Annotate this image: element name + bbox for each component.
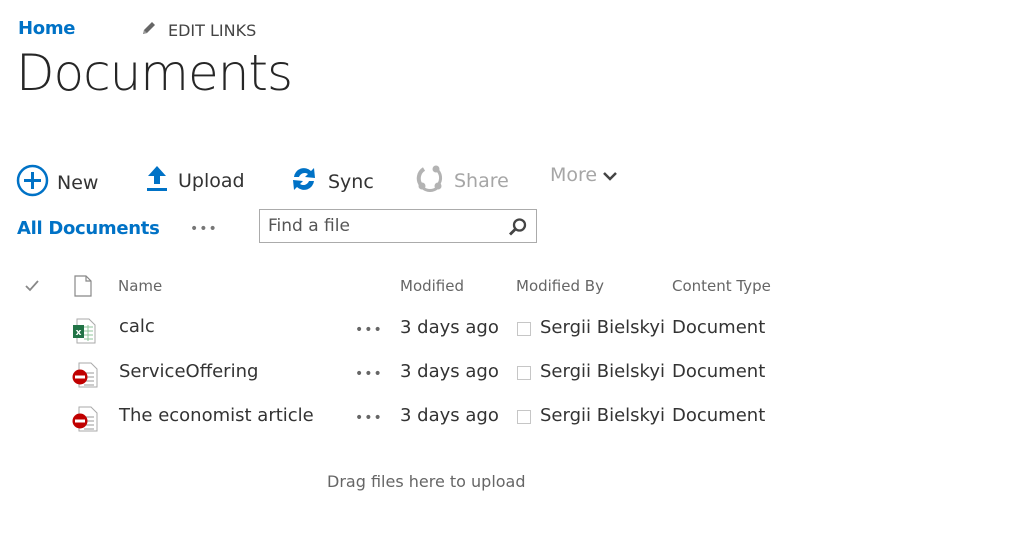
- content-type: Document: [672, 361, 766, 382]
- modified-date: 3 days ago: [400, 405, 499, 426]
- content-type: Document: [672, 405, 766, 426]
- column-header-name[interactable]: Name: [118, 277, 162, 295]
- more-button[interactable]: More: [550, 164, 617, 186]
- row-menu-button[interactable]: •••: [355, 322, 383, 338]
- view-options-button[interactable]: •••: [190, 221, 218, 237]
- sync-button[interactable]: Sync: [290, 164, 374, 199]
- modified-date: 3 days ago: [400, 361, 499, 382]
- edit-links-label: EDIT LINKS: [168, 20, 257, 40]
- search-icon[interactable]: [508, 217, 528, 241]
- new-button[interactable]: New: [16, 164, 98, 202]
- content-type: Document: [672, 317, 766, 338]
- pencil-icon: [140, 19, 158, 41]
- drag-drop-hint: Drag files here to upload: [327, 472, 526, 491]
- column-header-modified-by[interactable]: Modified By: [516, 277, 604, 295]
- upload-arrow-icon: [146, 164, 168, 197]
- new-label: New: [57, 172, 99, 194]
- checkmark-icon: [25, 278, 39, 296]
- file-name-link[interactable]: ServiceOffering: [119, 361, 258, 382]
- svg-text:x: x: [76, 328, 82, 338]
- presence-checkbox[interactable]: [517, 322, 531, 336]
- modified-by-link[interactable]: Sergii Bielskyi: [540, 361, 665, 382]
- more-label: More: [550, 164, 598, 186]
- sync-icon: [290, 164, 318, 199]
- modified-by-link[interactable]: Sergii Bielskyi: [540, 405, 665, 426]
- sync-label: Sync: [328, 170, 374, 193]
- column-header-content-type[interactable]: Content Type: [672, 277, 771, 295]
- row-menu-button[interactable]: •••: [355, 410, 383, 426]
- view-all-documents[interactable]: All Documents: [17, 218, 160, 239]
- column-header-modified[interactable]: Modified: [400, 277, 464, 295]
- page-title: Documents: [16, 44, 293, 102]
- share-icon: [416, 164, 444, 197]
- file-name-link[interactable]: calc: [119, 316, 155, 337]
- search-box: [259, 209, 537, 243]
- upload-button[interactable]: Upload: [146, 164, 245, 197]
- file-name-link[interactable]: The economist article: [119, 405, 314, 426]
- presence-checkbox[interactable]: [517, 410, 531, 424]
- document-icon: [74, 275, 92, 301]
- home-link[interactable]: Home: [18, 18, 76, 39]
- chevron-down-icon: [603, 164, 617, 186]
- upload-label: Upload: [178, 169, 245, 192]
- select-all-checkmark[interactable]: [25, 278, 39, 296]
- search-input[interactable]: [260, 216, 498, 236]
- modified-date: 3 days ago: [400, 317, 499, 338]
- blocked-file-icon: [72, 406, 98, 436]
- share-label: Share: [454, 169, 509, 192]
- type-column-header[interactable]: [74, 275, 92, 301]
- presence-checkbox[interactable]: [517, 366, 531, 380]
- plus-circle-icon: [16, 164, 49, 202]
- share-button[interactable]: Share: [416, 164, 509, 197]
- excel-file-icon: x: [72, 318, 96, 348]
- row-menu-button[interactable]: •••: [355, 366, 383, 382]
- modified-by-link[interactable]: Sergii Bielskyi: [540, 317, 665, 338]
- edit-links-button[interactable]: EDIT LINKS: [140, 19, 256, 41]
- blocked-file-icon: [72, 362, 98, 392]
